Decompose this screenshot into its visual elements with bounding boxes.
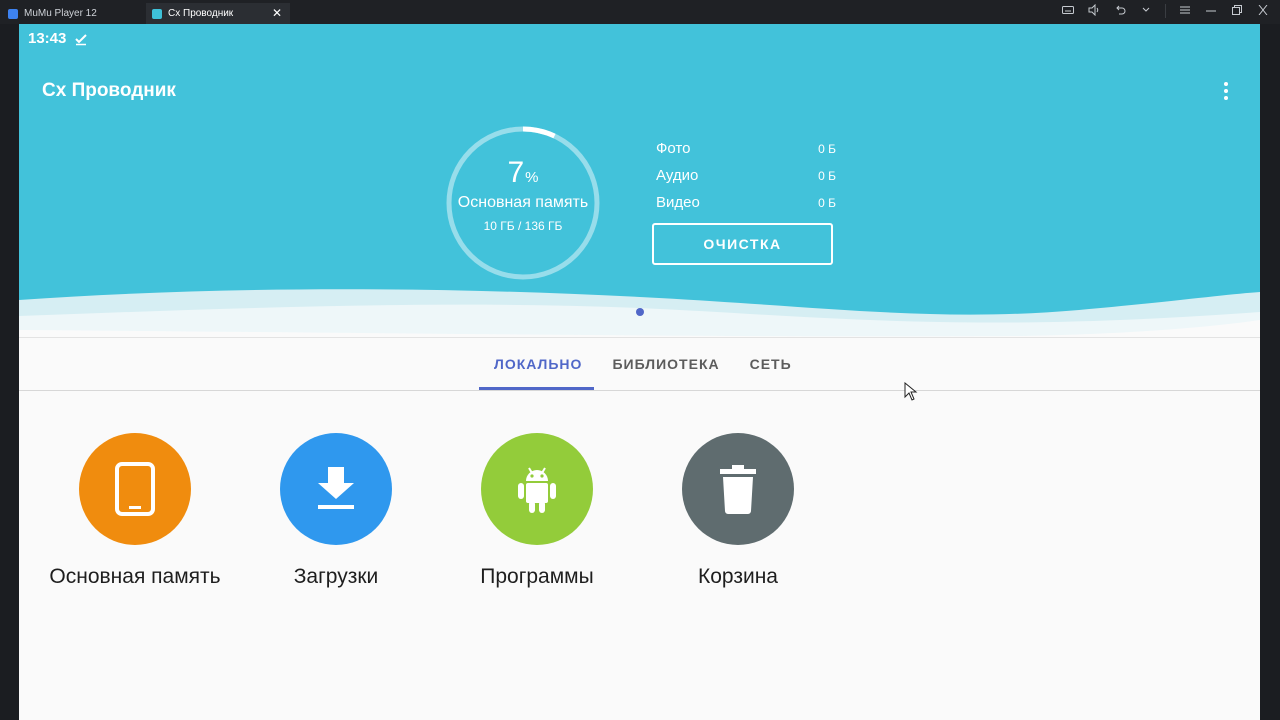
app-logo-icon — [152, 8, 162, 19]
chevron-down-icon[interactable] — [1139, 4, 1153, 19]
status-bar: 13:43 — [28, 30, 88, 47]
emulator-left-border — [0, 24, 19, 720]
shortcut-label: Загрузки — [293, 565, 379, 588]
close-window-icon[interactable] — [1256, 4, 1270, 19]
android-screen: 13:43 Сх Проводник 7% Основная память 10… — [19, 24, 1260, 720]
shortcut-label: Корзина — [698, 565, 778, 588]
stat-value: 0 Б — [818, 196, 836, 210]
pager-indicator — [636, 308, 644, 316]
shortcut-internal-storage[interactable]: Основная память — [35, 433, 235, 589]
shortcut-apps[interactable]: Программы — [437, 433, 637, 589]
download-icon — [318, 467, 354, 509]
window-controls — [1061, 3, 1270, 19]
emulator-tab-app[interactable]: Сх Проводник ✕ — [146, 3, 290, 24]
emulator-tab-label: Сх Проводник — [168, 8, 234, 19]
tab-network[interactable]: СЕТЬ — [735, 350, 807, 392]
tab-bar: ЛОКАЛЬНО БИБЛИОТЕКА СЕТЬ — [479, 350, 807, 392]
stat-label: Фото — [656, 140, 691, 157]
shortcut-label: Основная память — [49, 565, 221, 588]
status-time: 13:43 — [28, 30, 67, 47]
stat-row-photo: Фото 0 Б — [656, 140, 836, 167]
emulator-tab-mumu[interactable]: MuMu Player 12 — [0, 3, 145, 24]
emulator-right-border — [1260, 24, 1280, 720]
stat-row-video: Видео 0 Б — [656, 194, 836, 221]
storage-percent-value: 7 — [507, 156, 525, 189]
divider — [19, 390, 1260, 391]
trash-icon — [720, 465, 756, 514]
stat-row-audio: Аудио 0 Б — [656, 167, 836, 194]
shortcut-icon-circle — [682, 433, 794, 545]
storage-label: Основная память — [457, 194, 589, 211]
storage-size: 10 ГБ / 136 ГБ — [483, 219, 563, 233]
tablet-icon — [115, 462, 155, 516]
clean-button[interactable]: ОЧИСТКА — [652, 223, 833, 265]
keyboard-icon[interactable] — [1061, 4, 1075, 19]
minimize-icon[interactable] — [1204, 4, 1218, 19]
stat-value: 0 Б — [818, 169, 836, 183]
volume-icon[interactable] — [1087, 3, 1101, 19]
app-title: Сх Проводник — [42, 80, 176, 101]
tab-library[interactable]: БИБЛИОТЕКА — [597, 350, 734, 392]
stat-label: Видео — [656, 194, 700, 211]
mumu-logo-icon — [8, 8, 18, 19]
android-icon — [518, 467, 556, 513]
divider — [19, 337, 1260, 338]
shortcut-downloads[interactable]: Загрузки — [236, 433, 436, 589]
media-stats: Фото 0 Б Аудио 0 Б Видео 0 Б — [656, 140, 836, 221]
emulator-titlebar: MuMu Player 12 Сх Проводник ✕ — [0, 0, 1280, 24]
storage-percent: 7% — [445, 156, 601, 190]
restore-icon[interactable] — [1230, 4, 1244, 19]
shortcut-label: Программы — [480, 565, 594, 588]
shortcut-trash[interactable]: Корзина — [638, 433, 838, 589]
shortcut-icon-circle — [481, 433, 593, 545]
stat-label: Аудио — [656, 167, 699, 184]
percent-sign: % — [525, 169, 539, 186]
more-options-icon[interactable] — [1217, 80, 1235, 102]
menu-icon[interactable] — [1178, 4, 1192, 19]
stat-value: 0 Б — [818, 142, 836, 156]
download-done-icon — [75, 33, 88, 45]
back-icon[interactable] — [1113, 4, 1127, 19]
emulator-tab-label: MuMu Player 12 — [24, 8, 97, 19]
shortcut-icon-circle — [280, 433, 392, 545]
mouse-pointer-icon — [904, 382, 918, 401]
close-tab-icon[interactable]: ✕ — [272, 6, 282, 20]
tab-local[interactable]: ЛОКАЛЬНО — [479, 350, 597, 392]
shortcut-icon-circle — [79, 433, 191, 545]
controls-divider — [1165, 4, 1166, 18]
